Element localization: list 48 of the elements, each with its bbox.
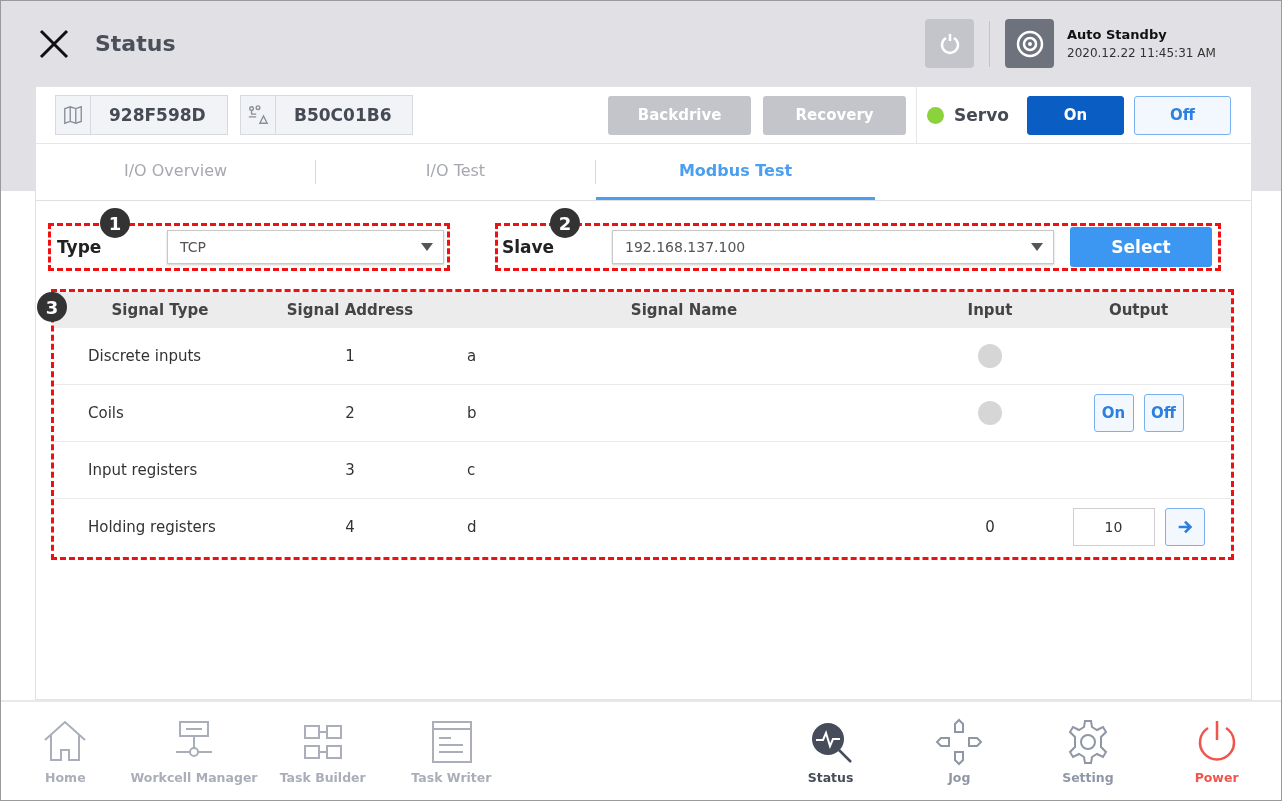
table-cell-text: Input registers [87, 461, 199, 479]
table-cell-text: 2 [344, 404, 356, 422]
close-icon[interactable] [39, 28, 69, 59]
field-label: Type [57, 237, 103, 257]
direction-pad-icon [935, 717, 984, 766]
table-cell-text: Coils [87, 404, 125, 422]
column-header: Signal Type [110, 301, 210, 319]
tab[interactable]: I/O Test [316, 144, 595, 200]
table-cell-text: d [466, 518, 478, 536]
page-title: Status [95, 31, 176, 56]
id-text: 928F598D [108, 104, 207, 127]
servo-label: Servo [954, 105, 1009, 125]
output-input[interactable]: 10 [1072, 508, 1155, 546]
column-header: Output [1107, 301, 1170, 319]
field-label: Slave [502, 237, 556, 257]
tab[interactable]: I/O Overview [36, 144, 315, 200]
robot-mode: Auto Standby [1067, 27, 1168, 42]
column-header: Signal Name [629, 301, 739, 319]
nav-item[interactable]: Jog [894, 717, 1024, 785]
callout-number: 2 [550, 208, 580, 238]
table-cell-text: 3 [344, 461, 356, 479]
send-button[interactable] [1164, 508, 1205, 546]
date-time: 2020.12.22 11:45:31 AM [1067, 46, 1217, 60]
table-cell-text: b [466, 404, 478, 422]
callout-number: 1 [100, 208, 130, 238]
id-text: B50C01B6 [293, 104, 393, 127]
output-button[interactable]: On [1093, 394, 1134, 432]
table-cell-text: 4 [344, 518, 356, 536]
servo-button[interactable]: Off [1134, 95, 1231, 135]
slave-dropdown[interactable]: 192.168.137.100 [612, 230, 1054, 264]
nav-item[interactable]: Status [766, 717, 895, 785]
table-cell-text: a [466, 347, 478, 365]
callout-number: 3 [37, 292, 67, 322]
select-button[interactable]: Select [1070, 227, 1212, 267]
logo-icon [1005, 19, 1054, 68]
table-cell-text: 1 [344, 347, 356, 365]
table-cell-text: c [466, 461, 477, 479]
nav-item[interactable]: Setting [1023, 717, 1153, 785]
tab[interactable]: Modbus Test [596, 144, 875, 200]
column-header: Signal Address [285, 301, 415, 319]
type-dropdown[interactable]: TCP [167, 230, 444, 264]
table-cell-text: Holding registers [87, 518, 217, 536]
table-cell-text: Discrete inputs [87, 347, 203, 365]
servo-button[interactable]: On [1027, 95, 1124, 135]
table-cell: 0 [985, 518, 995, 536]
column-header: Input [966, 301, 1014, 319]
nav-item[interactable]: Power [1152, 717, 1281, 785]
output-button[interactable]: Off [1143, 394, 1184, 432]
